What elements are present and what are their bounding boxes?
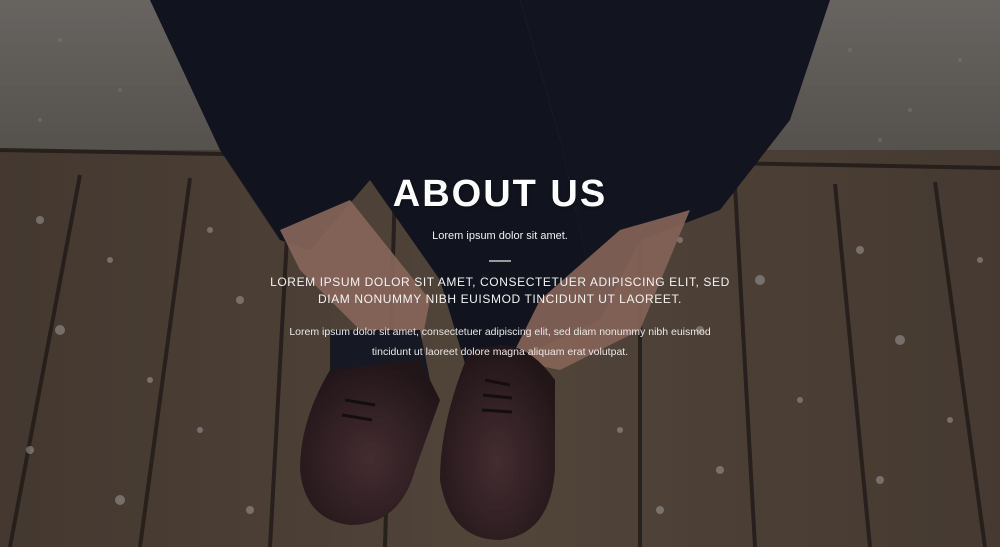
about-content: ABOUT US Lorem ipsum dolor sit amet. LOR… (0, 168, 1000, 362)
subtitle: Lorem ipsum dolor sit amet. (432, 230, 568, 242)
section-heading: LOREM IPSUM DOLOR SIT AMET, CONSECTETUER… (270, 275, 730, 306)
page-title: ABOUT US (392, 173, 608, 215)
about-hero-section: ABOUT US Lorem ipsum dolor sit amet. LOR… (0, 0, 1000, 547)
divider (489, 260, 511, 262)
body-paragraph: Lorem ipsum dolor sit amet, consectetuer… (289, 326, 711, 358)
